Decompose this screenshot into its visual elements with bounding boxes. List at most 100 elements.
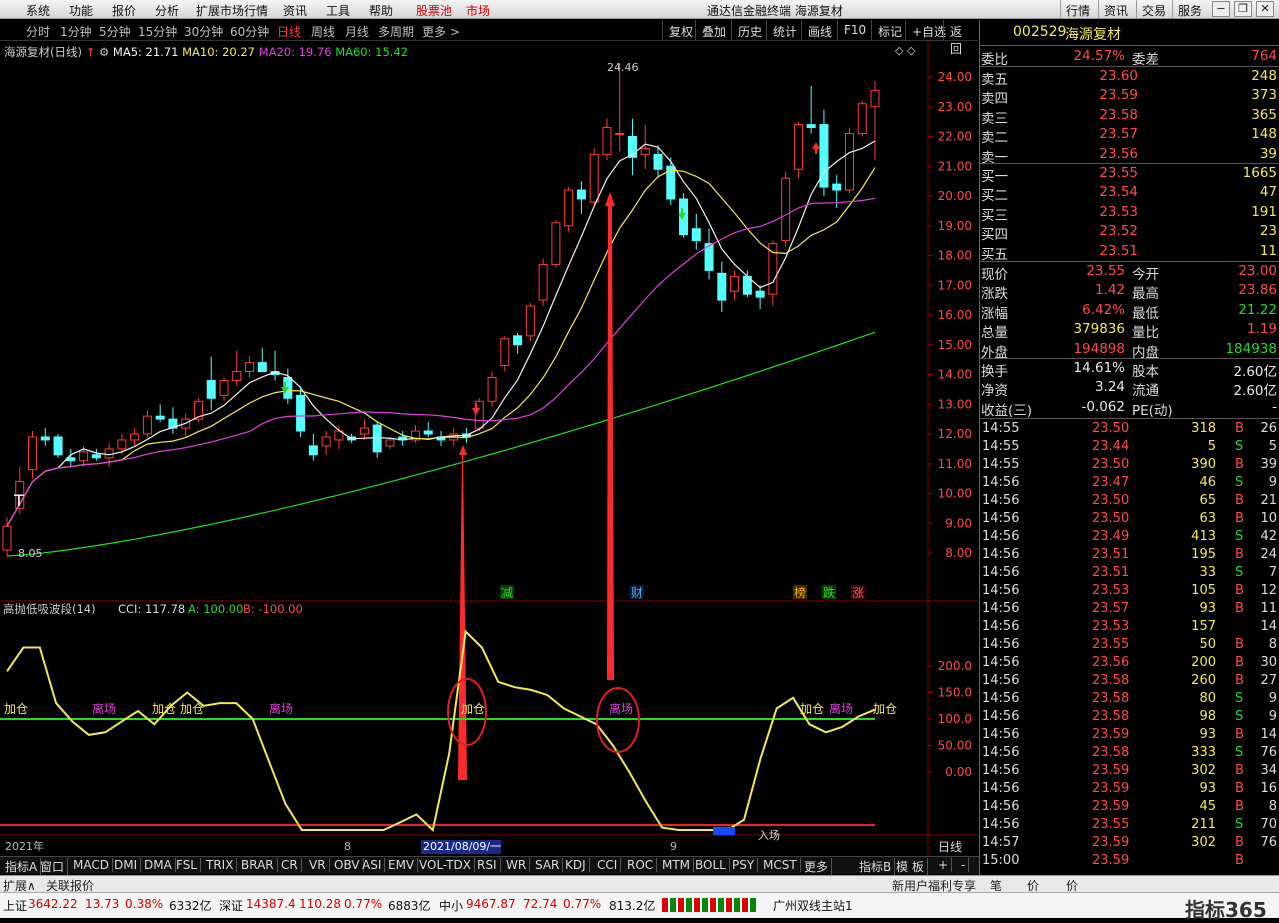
- tab-rsi[interactable]: RSI: [474, 858, 501, 872]
- btn-service[interactable]: 服务: [1172, 0, 1207, 19]
- tick-row: 14:56 23.55 211 S 70: [980, 817, 1279, 835]
- marker-fall[interactable]: 跌: [823, 585, 835, 600]
- tab--[interactable]: 窗口: [37, 858, 69, 875]
- book-row[interactable]: 买五 23.51 11: [980, 242, 1279, 263]
- tool-f10[interactable]: F10: [837, 20, 872, 41]
- tick-time: 14:56: [982, 529, 1020, 544]
- tab-sar[interactable]: SAR: [532, 858, 564, 872]
- tool-stats[interactable]: 统计: [766, 20, 803, 41]
- book-row[interactable]: 买三 23.53 191: [980, 204, 1279, 224]
- candle-body: [232, 371, 242, 381]
- period-daily[interactable]: 日线: [277, 23, 301, 40]
- period-more[interactable]: 更多 >: [422, 23, 460, 40]
- period-30min[interactable]: 30分钟: [184, 23, 223, 40]
- stat-value: 194898: [1073, 340, 1125, 357]
- candle-body: [423, 430, 433, 435]
- book-row[interactable]: 卖二 23.57 148: [980, 126, 1279, 146]
- tool-overlay[interactable]: 叠加: [695, 20, 732, 41]
- quote-panel: 002529 海源复材 委比 24.57% 委差 764 卖五 23.60 248 卖四 2…: [979, 20, 1279, 875]
- menu-ext-market[interactable]: 扩展市场行情: [196, 2, 268, 19]
- menu-news[interactable]: 资讯: [283, 2, 307, 19]
- tab-mcst[interactable]: MCST: [760, 858, 801, 872]
- period-weekly[interactable]: 周线: [311, 23, 335, 40]
- tool-adjust[interactable]: 复权: [662, 20, 699, 41]
- tab--[interactable]: -: [958, 858, 970, 872]
- btn-quotes[interactable]: 行情: [1060, 0, 1095, 19]
- btn-news[interactable]: 资讯: [1098, 0, 1133, 19]
- tick-count: 42: [1260, 529, 1277, 544]
- close-icon[interactable]: ✕: [1256, 1, 1274, 17]
- period-multi[interactable]: 多周期: [378, 23, 414, 40]
- tool-draw[interactable]: 画线: [801, 20, 838, 41]
- tab--[interactable]: +: [935, 858, 953, 872]
- tick-row: 14:56 23.50 65 B 21: [980, 493, 1279, 511]
- book-row[interactable]: 卖三 23.58 365: [980, 107, 1279, 127]
- label-exit: 离场: [92, 701, 116, 716]
- period-1min[interactable]: 1分钟: [60, 23, 92, 40]
- level-label: 卖一: [981, 149, 1008, 166]
- menu-function[interactable]: 功能: [69, 2, 93, 19]
- menu-system[interactable]: 系统: [26, 2, 50, 19]
- diamond-icon[interactable]: ◇ ◇: [895, 44, 916, 57]
- tab-dmi[interactable]: DMI: [111, 858, 142, 872]
- tab--a[interactable]: 指标A: [2, 858, 42, 875]
- restore-icon[interactable]: ❐: [1234, 1, 1252, 17]
- tab-psy[interactable]: PSY: [729, 858, 759, 872]
- period-5min[interactable]: 5分钟: [99, 23, 131, 40]
- tab-boll[interactable]: BOLL: [692, 858, 730, 872]
- tick-list[interactable]: 14:55 23.50 318 B 26 14:55 23.44 5 S 5 14:55 23.50 3…: [980, 420, 1279, 875]
- btn-trade[interactable]: 交易: [1136, 0, 1171, 19]
- period-15min[interactable]: 15分钟: [138, 23, 177, 40]
- menu-help[interactable]: 帮助: [369, 2, 393, 19]
- label-exit: 离场: [269, 701, 293, 716]
- tab-kdj[interactable]: KDJ: [562, 858, 590, 872]
- kline-chart[interactable]: 24.00 23.00 22.00 21.00 20.00 19.00 18.00 17.00…: [0, 40, 978, 856]
- a-value: A: 100.00: [188, 602, 243, 616]
- tab-asi[interactable]: ASI: [359, 858, 386, 872]
- menu-tools[interactable]: 工具: [326, 2, 350, 19]
- marker-rise[interactable]: 涨: [852, 585, 864, 600]
- menu-market[interactable]: 市场: [466, 2, 490, 19]
- book-row[interactable]: 卖五 23.60 248: [980, 68, 1279, 88]
- tab-vr[interactable]: VR: [306, 858, 330, 872]
- tab-trix[interactable]: TRIX: [203, 858, 238, 872]
- tab-fsl[interactable]: FSL: [173, 858, 201, 872]
- marker-finance[interactable]: 财: [631, 586, 643, 600]
- tab--b[interactable]: 指标B: [856, 858, 896, 875]
- period-60min[interactable]: 60分钟: [230, 23, 269, 40]
- book-row[interactable]: 买一 23.55 1665: [980, 165, 1279, 185]
- tab-brar[interactable]: BRAR: [238, 858, 278, 872]
- menu-quote[interactable]: 报价: [112, 2, 136, 19]
- book-row[interactable]: 买四 23.52 23: [980, 223, 1279, 243]
- tab-mtm[interactable]: MTM: [659, 858, 695, 872]
- tab--[interactable]: 模 板: [893, 858, 928, 875]
- tab-macd[interactable]: MACD: [70, 858, 113, 872]
- period-monthly[interactable]: 月线: [345, 23, 369, 40]
- tab-cr[interactable]: CR: [278, 858, 302, 872]
- tab-cci[interactable]: CCI: [594, 858, 622, 872]
- menu-stock-pool[interactable]: 股票池: [416, 2, 452, 19]
- gear-icon[interactable]: ⚙: [99, 45, 109, 59]
- tab-roc[interactable]: ROC: [624, 858, 658, 872]
- tab-vol-tdx[interactable]: VOL-TDX: [416, 858, 475, 872]
- server-label[interactable]: 广州双线主站1: [773, 897, 853, 914]
- tick-price: 23.47: [1092, 475, 1130, 490]
- stat-row: 净资 3.24 流通 2.60亿: [980, 379, 1279, 399]
- tab-dma[interactable]: DMA: [141, 858, 176, 872]
- tab-wr[interactable]: WR: [503, 858, 531, 872]
- minimize-icon[interactable]: −: [1212, 1, 1230, 17]
- stat-label: 量比: [1132, 325, 1159, 342]
- book-row[interactable]: 卖一 23.56 39: [980, 146, 1279, 166]
- tab-emv[interactable]: EMV: [385, 858, 419, 872]
- tool-history[interactable]: 历史: [731, 20, 768, 41]
- tab--[interactable]: 更多: [801, 858, 833, 875]
- period-tick[interactable]: 分时: [26, 23, 50, 40]
- menu-analysis[interactable]: 分析: [155, 2, 179, 19]
- level-price: 23.51: [1099, 242, 1138, 259]
- marker-reduce[interactable]: 减: [501, 586, 513, 600]
- tool-back[interactable]: 返回: [943, 20, 978, 56]
- marker-list[interactable]: 榜: [794, 585, 806, 600]
- tool-mark[interactable]: 标记: [871, 20, 908, 41]
- book-row[interactable]: 买二 23.54 47: [980, 184, 1279, 204]
- book-row[interactable]: 卖四 23.59 373: [980, 87, 1279, 107]
